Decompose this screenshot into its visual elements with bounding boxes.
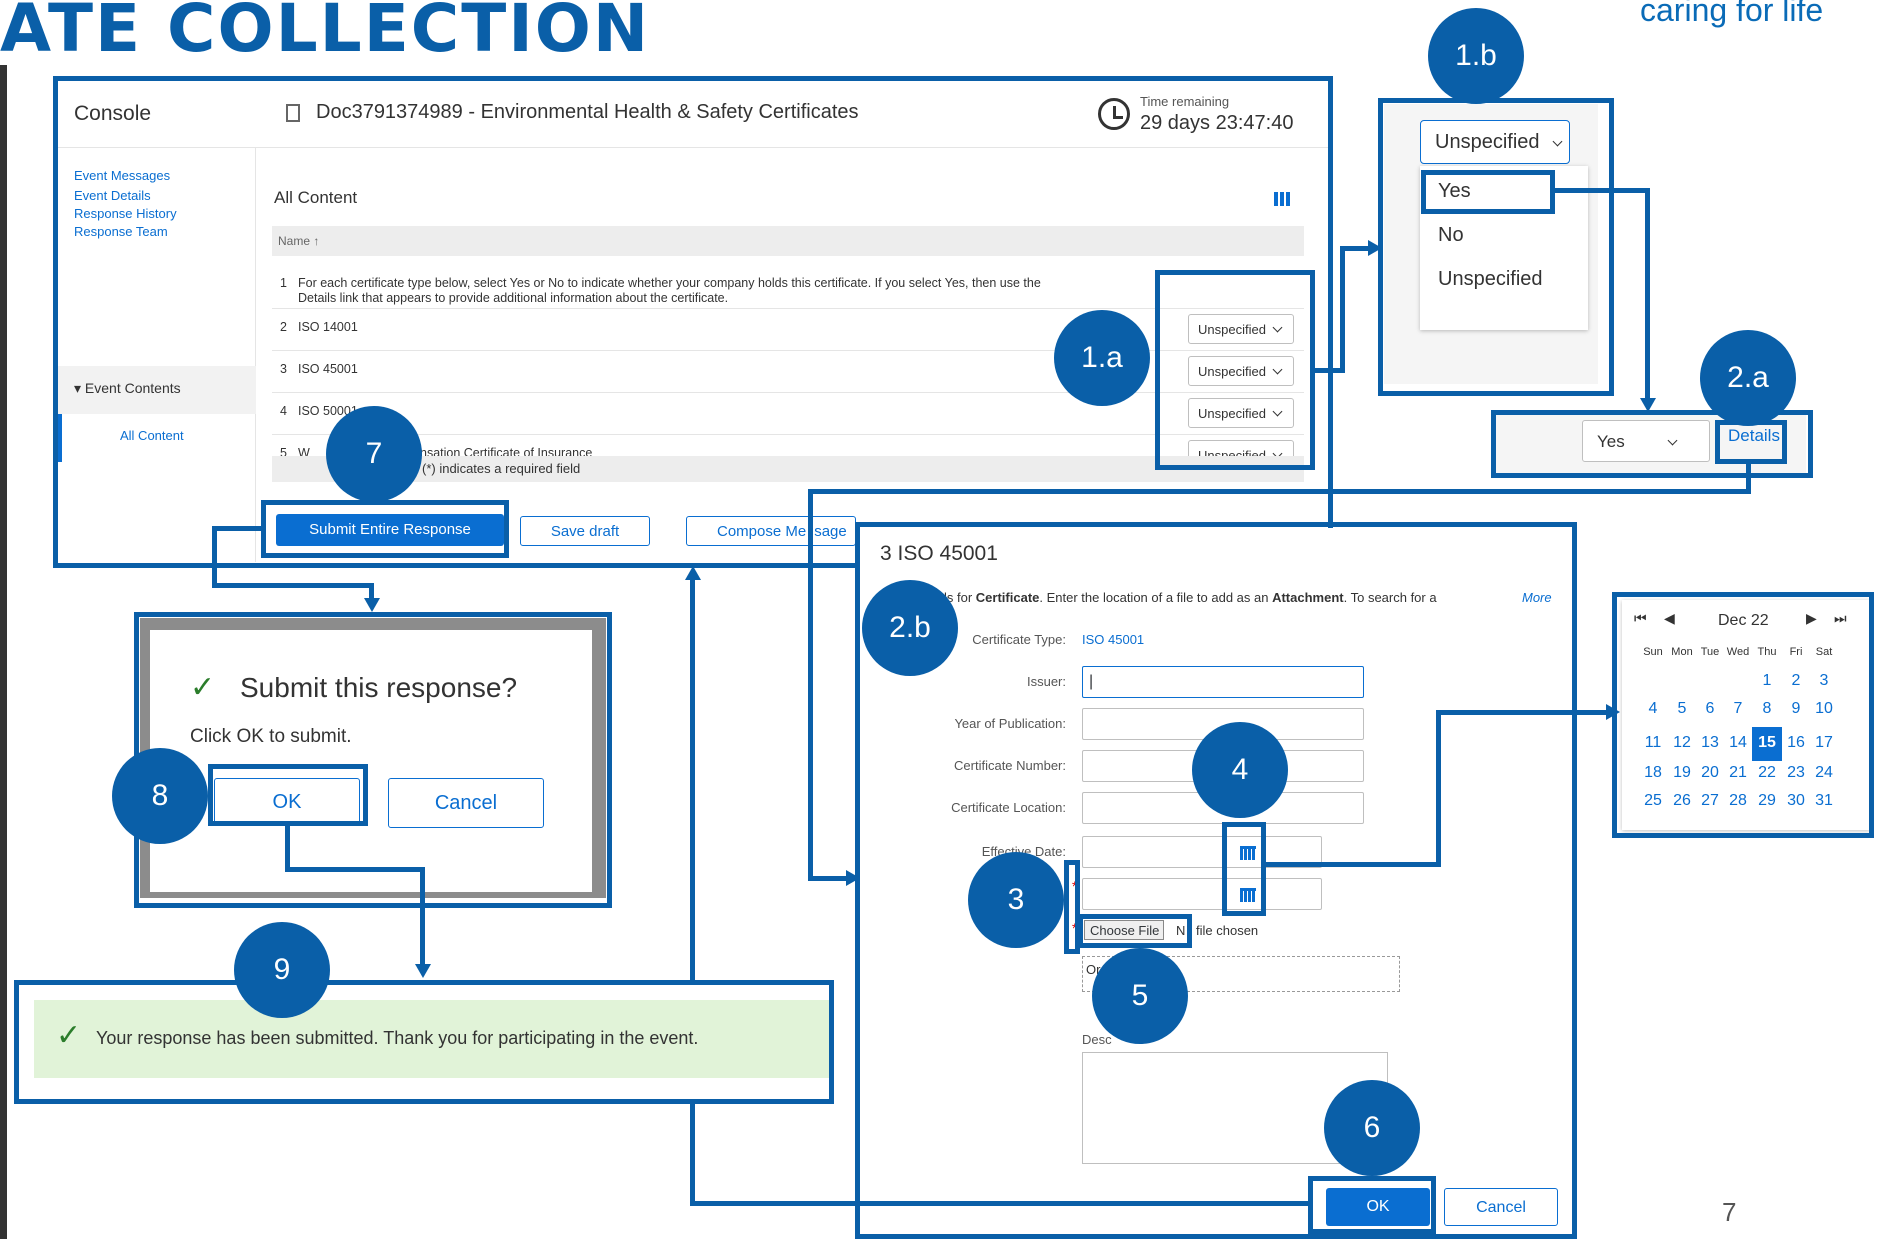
connector-line: [1340, 246, 1345, 373]
slide-tagline: caring for life: [1640, 0, 1824, 28]
arrow-down-icon: [1640, 398, 1656, 412]
connector-line: [1264, 862, 1440, 867]
slide-title: ATE COLLECTION: [0, 0, 651, 67]
connector-line: [285, 867, 425, 872]
connector-line: [1645, 188, 1650, 398]
yes-option-highlight: [1421, 170, 1555, 214]
calendar-buttons-highlight: [1222, 822, 1266, 916]
callout-8: 8: [112, 748, 208, 844]
callout-6: 6: [1324, 1080, 1420, 1176]
connector-line: [420, 867, 425, 967]
arrow-up-icon: [685, 566, 701, 580]
details-link-highlight: [1715, 420, 1787, 464]
dialog-ok-highlight: [1308, 1176, 1436, 1234]
submit-button-highlight: [261, 500, 509, 558]
connector-line: [808, 876, 848, 881]
connector-line: [212, 583, 374, 588]
choose-file-highlight: [1078, 914, 1192, 948]
connector-line: [808, 489, 1751, 494]
page-number: 7: [1722, 1197, 1737, 1227]
callout-7: 7: [326, 406, 422, 502]
arrow-right-icon: [1368, 240, 1382, 256]
connector-line: [285, 824, 290, 872]
callout-5: 5: [1092, 948, 1188, 1044]
connector-line: [690, 580, 695, 982]
dialog-highlight-frame: [855, 522, 1577, 1239]
callout-9: 9: [234, 922, 330, 1018]
connector-line: [690, 1104, 695, 1206]
success-highlight-frame: [14, 980, 834, 1104]
connector-line: [808, 489, 813, 881]
connector-line: [690, 1201, 1310, 1206]
callout-2b: 2.b: [862, 580, 958, 676]
confirm-ok-highlight: [208, 764, 368, 826]
confirm-dialog-highlight: [134, 612, 612, 908]
console-highlight-frame: [53, 76, 1333, 568]
callout-3: 3: [968, 852, 1064, 948]
arrow-down-icon: [415, 964, 431, 978]
callout-2a: 2.a: [1700, 330, 1796, 426]
callout-4: 4: [1192, 722, 1288, 818]
connector-line: [212, 526, 217, 588]
callout-1a: 1.a: [1054, 310, 1150, 406]
arrow-down-icon: [364, 598, 380, 612]
connector-line: [1340, 246, 1370, 251]
connector-line: [1436, 710, 1441, 867]
calendar-highlight-frame: [1612, 592, 1874, 838]
callout-1b: 1.b: [1428, 8, 1524, 104]
arrow-right-icon: [1606, 704, 1620, 720]
arrow-right-icon: [846, 870, 860, 886]
dropdown-column-highlight: [1155, 270, 1315, 470]
connector-line: [212, 526, 264, 531]
connector-line: [1553, 188, 1650, 193]
connector-line: [1436, 710, 1608, 715]
dropdown-popup-highlight: [1378, 98, 1614, 396]
left-accent-bar: [0, 65, 7, 1239]
